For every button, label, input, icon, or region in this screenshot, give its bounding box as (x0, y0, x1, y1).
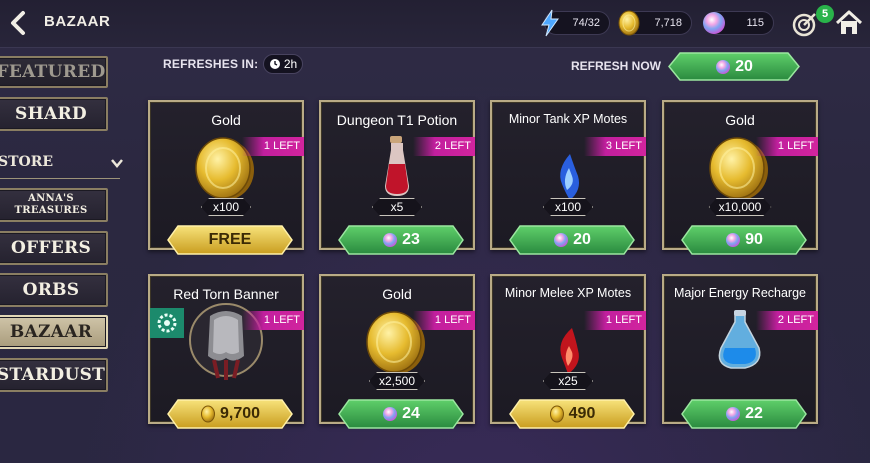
buy-button[interactable]: 9,700 (166, 398, 294, 430)
sidebar-item-offers[interactable]: OFFERS (0, 231, 108, 265)
item-card[interactable]: Gold 1 LEFT x10,000 90 (662, 100, 818, 255)
item-quantity: x25 (543, 372, 593, 390)
blue-xp-motes-icon (560, 154, 579, 200)
stock-left-badge: 3 LEFT (584, 137, 646, 156)
chevron-down-icon (111, 159, 123, 168)
crystal-value: 115 (746, 17, 764, 29)
stock-left-badge: 1 LEFT (413, 311, 475, 330)
sidebar-item-label: BAZAAR (9, 322, 93, 342)
sidebar-item-label: ORBS (22, 280, 80, 300)
sidebar-item-shard[interactable]: SHARD (0, 97, 108, 131)
buy-button[interactable]: 90 (680, 224, 808, 256)
buy-button[interactable]: 22 (680, 398, 808, 430)
red-potion-icon (385, 136, 409, 196)
price-value: 490 (568, 405, 596, 422)
sidebar-item-label: OFFERS (10, 238, 92, 258)
divider (0, 178, 120, 179)
refresh-now-label: REFRESH NOW (571, 59, 661, 73)
gear-icon (157, 313, 177, 333)
red-xp-motes-icon (560, 328, 579, 374)
crystal-orb-icon (383, 407, 398, 421)
top-bar: BAZAAR 74/32 7,718 115 5 (0, 0, 870, 48)
stock-left-badge: 1 LEFT (242, 137, 304, 156)
crystal-orb-icon (703, 12, 725, 34)
sidebar-item-label: SHARD (15, 104, 87, 124)
price-value: FREE (208, 231, 252, 248)
energy-bolt-icon (541, 9, 559, 37)
gold-coin-icon (618, 10, 640, 36)
sidebar-item-featured[interactable]: FEATURED (0, 56, 108, 88)
buy-button[interactable]: FREE (166, 224, 294, 256)
sidebar-item-label: STARDUST (0, 365, 106, 385)
stock-left-badge: 2 LEFT (756, 311, 818, 330)
price-value: 90 (745, 231, 763, 248)
item-card[interactable]: Gold 1 LEFT x100 FREE (148, 100, 304, 255)
gold-counter: 7,718 (618, 10, 692, 36)
buy-button[interactable]: 20 (508, 224, 636, 256)
gold-coin-icon (549, 405, 564, 423)
page-title: BAZAAR (44, 13, 111, 30)
crystal-orb-icon (716, 59, 731, 74)
buy-button[interactable]: 490 (508, 398, 636, 430)
buy-button[interactable]: 24 (337, 398, 465, 430)
refresh-cost: 20 (735, 57, 753, 75)
item-quantity: x10,000 (709, 198, 772, 216)
item-name: Minor Melee XP Motes (504, 286, 632, 300)
gold-coin-icon (200, 405, 215, 423)
store-label: STORE (0, 154, 54, 170)
crystal-orb-icon (726, 407, 741, 421)
refreshes-in-label: REFRESHES IN: (163, 57, 259, 71)
item-card[interactable]: Minor Tank XP Motes 3 LEFT x100 20 (490, 100, 646, 255)
clock-icon (269, 59, 280, 69)
timer-value: 2h (283, 57, 298, 71)
price-value: 20 (573, 231, 591, 248)
price-value: 22 (745, 405, 763, 422)
crystal-orb-icon (383, 233, 398, 247)
sidebar-item-stardust[interactable]: STARDUST (0, 358, 108, 392)
price-value: 23 (402, 231, 420, 248)
stock-left-badge: 1 LEFT (756, 137, 818, 156)
sidebar-item-label: FEATURED (0, 62, 106, 82)
sidebar-item-bazaar[interactable]: BAZAAR (0, 315, 108, 349)
item-name: Gold (211, 112, 241, 128)
item-name: Gold (725, 112, 755, 128)
item-name: Gold (382, 286, 412, 302)
price-value: 24 (402, 405, 420, 422)
item-card[interactable]: Gold 1 LEFT x2,500 24 (319, 274, 475, 429)
item-card[interactable]: Major Energy Recharge 2 LEFT 22 (662, 274, 818, 429)
notification-badge: 5 (816, 5, 834, 23)
item-quantity: x100 (543, 198, 593, 216)
item-art (377, 134, 417, 205)
buy-button[interactable]: 23 (337, 224, 465, 256)
stock-left-badge: 1 LEFT (584, 311, 646, 330)
sidebar-item-orbs[interactable]: ORBS (0, 273, 108, 307)
back-arrow-icon[interactable] (6, 10, 32, 36)
item-card[interactable]: Minor Melee XP Motes 1 LEFT x25 490 (490, 274, 646, 429)
sidebar-item-annas-treasures[interactable]: ANNA'S TREASURES (0, 188, 108, 222)
stock-left-badge: 2 LEFT (413, 137, 475, 156)
item-card[interactable]: Dungeon T1 Potion 2 LEFT x5 23 (319, 100, 475, 255)
item-name: Minor Tank XP Motes (508, 112, 628, 126)
item-card[interactable]: Red Torn Banner 1 LEFT 9,700 (148, 274, 304, 429)
gold-value: 7,718 (654, 17, 682, 29)
crystal-orb-icon (726, 233, 741, 247)
item-quantity: x100 (201, 198, 251, 216)
store-section-header[interactable]: STORE (0, 154, 124, 179)
sidebar-item-label: ANNA'S TREASURES (14, 193, 88, 216)
refresh-timer: 2h (263, 54, 303, 74)
energy-value: 74/32 (572, 17, 600, 29)
item-name: Major Energy Recharge (673, 286, 806, 300)
item-quantity: x5 (372, 198, 422, 216)
crystal-counter: 115 (703, 11, 774, 35)
crystal-orb-icon (554, 233, 569, 247)
item-name: Dungeon T1 Potion (336, 112, 458, 128)
refresh-now-button[interactable]: 20 (668, 52, 800, 81)
home-icon[interactable] (834, 8, 864, 38)
energy-counter: 74/32 (541, 9, 610, 37)
price-value: 9,700 (219, 405, 261, 422)
cosmetic-badge (150, 308, 184, 338)
stock-left-badge: 1 LEFT (242, 311, 304, 330)
item-quantity: x2,500 (369, 372, 425, 390)
